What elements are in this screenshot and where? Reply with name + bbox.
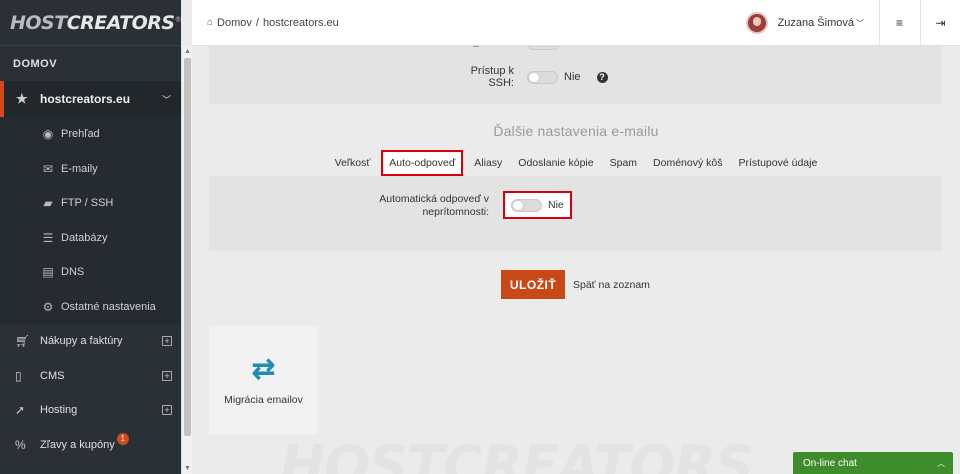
email-settings-tabs: Veľkosť Auto-odpoveď Aliasy Odoslanie kó… (192, 150, 960, 176)
star-icon: ★ (16, 91, 28, 106)
tab-access-credentials[interactable]: Prístupové údaje (731, 150, 826, 176)
online-chat-button[interactable]: On-line chat ︿ (793, 452, 953, 474)
percent-icon: % (15, 437, 26, 452)
sidebar-item-label: DNS (61, 266, 85, 279)
back-to-list-link[interactable]: Späť na zoznam (573, 279, 650, 291)
top-header: ⌂ Domov / hostcreators.eu Zuzana Šimová … (192, 0, 960, 46)
tab-size[interactable]: Veľkosť (327, 150, 379, 176)
user-name: Zuzana Šimová (777, 17, 854, 29)
tab-auto-reply[interactable]: Auto-odpoveď (381, 150, 464, 176)
rocket-icon: ➚ (15, 403, 26, 418)
tab-spam[interactable]: Spam (602, 150, 645, 176)
database-icon: ☰ (42, 230, 54, 245)
save-button[interactable]: ULOŽIŤ (501, 270, 565, 299)
auto-reply-toggle[interactable] (511, 198, 542, 212)
breadcrumb-separator: / (255, 16, 259, 29)
ssh-access-label: Prístup k SSH: (470, 65, 514, 89)
logo[interactable]: HOSTCREATORS® (10, 12, 182, 34)
question-circle-icon[interactable]: ? (596, 71, 608, 83)
main-content: Prístup k SSH: Nie ? Ďalšie nastavenia e… (192, 46, 960, 474)
scroll-up-icon[interactable]: ▲ (184, 48, 191, 55)
sidebar-item-emails[interactable]: ✉ E-maily (0, 151, 181, 186)
ssh-access-toggle[interactable] (527, 70, 558, 84)
logo-bar: HOSTCREATORS® (0, 0, 182, 46)
scrollbar-thumb[interactable] (184, 58, 191, 436)
auto-reply-label: Automatická odpoveď v neprítomnosti: (379, 193, 489, 218)
chevron-up-icon: ︿ (937, 458, 945, 468)
tab-aliases[interactable]: Aliasy (466, 150, 510, 176)
server-icon: ▤ (42, 265, 54, 280)
sidebar-item-label: Zľavy a kupóny (40, 438, 115, 451)
sidebar-item-domain[interactable]: ★ hostcreators.eu ﹀ (0, 81, 181, 117)
sidebar-section-title[interactable]: DOMOV (0, 46, 181, 81)
cut-off-label (473, 46, 479, 47)
home-icon: ⌂ (207, 17, 214, 28)
cart-icon: 🛒︎ (15, 334, 31, 349)
menu-button[interactable]: ≡ (879, 0, 919, 46)
sidebar-item-label: E-maily (61, 162, 98, 175)
scroll-down-icon[interactable]: ▼ (184, 465, 191, 472)
ssh-access-value: Nie (564, 71, 581, 83)
online-chat-label: On-line chat (803, 457, 857, 469)
sidebar-item-label: hostcreators.eu (40, 92, 131, 106)
expand-icon[interactable]: + (162, 336, 172, 347)
watermark-logo: HOSTCREATORS (280, 434, 754, 474)
chevron-down-icon: ﹀ (161, 94, 171, 105)
logout-button[interactable]: ⇥ (920, 0, 960, 46)
sidebar-item-other-settings[interactable]: ⚙ Ostatné nastavenia (0, 289, 181, 324)
breadcrumb-home[interactable]: Domov (217, 17, 252, 29)
breadcrumb: ⌂ Domov / hostcreators.eu (207, 17, 339, 29)
auto-reply-toggle-box[interactable]: Nie (503, 191, 572, 219)
auto-reply-panel: Automatická odpoveď v neprítomnosti: Nie (209, 176, 942, 251)
sidebar-item-label: Nákupy a faktúry (40, 335, 123, 348)
globe-icon: ◉ (42, 127, 54, 142)
avatar (745, 12, 768, 34)
sidebar-item-label: Prehľad (61, 128, 100, 141)
expand-icon[interactable]: + (162, 370, 172, 381)
chevron-down-icon: ﹀ (856, 18, 864, 28)
sidebar-item-label: Ostatné nastavenia (61, 300, 156, 313)
expand-icon[interactable]: + (162, 405, 172, 416)
tab-domain-trash[interactable]: Doménový kôš (645, 150, 730, 176)
sidebar-item-label: Databázy (61, 231, 108, 244)
email-migration-label: Migrácia emailov (224, 393, 303, 406)
logout-icon: ⇥ (935, 16, 946, 30)
sidebar-item-hosting[interactable]: ➚ Hosting + (0, 393, 181, 428)
sidebar-item-label: FTP / SSH (61, 197, 114, 210)
hamburger-icon: ≡ (895, 16, 903, 30)
sidebar-item-discounts[interactable]: % Zľavy a kupóny 1 (0, 428, 181, 463)
sidebar-scrollbar[interactable]: ▲ ▼ (181, 46, 192, 474)
sidebar-item-ftp-ssh[interactable]: ▰ FTP / SSH (0, 186, 181, 221)
sidebar-item-cms[interactable]: ▯ CMS + (0, 359, 181, 394)
envelope-icon: ✉ (42, 161, 54, 176)
folder-icon: ▰ (43, 196, 53, 211)
tab-send-copy[interactable]: Odoslanie kópie (510, 150, 601, 176)
ssh-panel: Prístup k SSH: Nie ? (209, 46, 942, 104)
sidebar-item-label: Hosting (40, 404, 78, 417)
sidebar-item-purchases[interactable]: 🛒︎ Nákupy a faktúry + (0, 324, 181, 359)
cut-off-toggle[interactable] (528, 46, 559, 50)
sidebar-item-dns[interactable]: ▤ DNS (0, 255, 181, 290)
auto-reply-value: Nie (548, 199, 564, 211)
breadcrumb-current: hostcreators.eu (262, 16, 339, 29)
email-settings-title: Ďalšie nastavenia e-mailu (493, 123, 659, 139)
sidebar-item-overview[interactable]: ◉ Prehľad (0, 117, 181, 152)
sidebar: HOSTCREATORS® DOMOV ★ hostcreators.eu ﹀ … (0, 0, 182, 474)
exchange-arrows-icon: ⇄ (251, 352, 276, 384)
sidebar-item-databases[interactable]: ☰ Databázy (0, 220, 181, 255)
email-migration-card[interactable]: ⇄ Migrácia emailov (209, 326, 318, 435)
ssh-access-row: Prístup k SSH: Nie ? (450, 65, 608, 89)
form-actions: ULOŽIŤ Späť na zoznam (501, 270, 650, 299)
notification-badge: 1 (116, 432, 129, 445)
gear-icon: ⚙ (42, 299, 54, 314)
auto-reply-row: Automatická odpoveď v neprítomnosti: Nie (359, 191, 572, 219)
document-icon: ▯ (15, 368, 22, 383)
sidebar-item-label: CMS (40, 369, 65, 382)
user-menu[interactable]: Zuzana Šimová ﹀ (745, 0, 864, 46)
